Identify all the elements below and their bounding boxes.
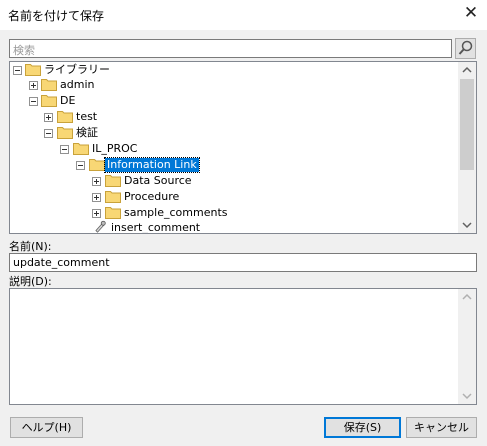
folder-icon — [105, 175, 121, 187]
folder-icon — [41, 79, 57, 91]
collapse-icon[interactable] — [60, 145, 69, 154]
tree-item-label: 検証 — [76, 126, 98, 139]
scroll-up-icon[interactable] — [458, 289, 476, 306]
folder-icon — [105, 191, 121, 203]
scroll-down-icon[interactable] — [458, 387, 476, 404]
expand-icon[interactable] — [92, 209, 101, 218]
tree-item-label: sample_comments — [124, 206, 228, 219]
tree-item-kensho[interactable]: 検証 — [10, 125, 450, 141]
tree-item-label: ライブラリー — [44, 63, 110, 76]
scrollbar-thumb[interactable] — [460, 79, 474, 170]
name-label: 名前(N): — [9, 240, 52, 253]
name-value: update_comment — [13, 256, 110, 269]
description-label: 説明(D): — [9, 275, 52, 288]
tree-item-label: DE — [60, 94, 76, 107]
tree-item-admin[interactable]: admin — [10, 77, 450, 93]
search-button[interactable] — [455, 38, 476, 59]
tree-item-insert-comment[interactable]: insert_comment — [10, 220, 450, 234]
save-button[interactable]: 保存(S) — [324, 417, 401, 438]
tree-item-label: IL_PROC — [92, 142, 138, 155]
search-icon — [458, 40, 473, 55]
tree-item-label: test — [76, 110, 98, 123]
folder-icon — [57, 127, 73, 139]
description-field[interactable] — [9, 288, 477, 405]
tree-item-test[interactable]: test — [10, 109, 450, 125]
collapse-icon[interactable] — [13, 66, 22, 75]
collapse-icon[interactable] — [76, 161, 85, 170]
tree-item-il-proc[interactable]: IL_PROC — [10, 141, 450, 157]
collapse-icon[interactable] — [44, 129, 53, 138]
scroll-up-icon[interactable] — [458, 62, 476, 79]
tree-item-label: insert_comment — [111, 221, 201, 234]
scroll-down-icon[interactable] — [458, 216, 476, 233]
tree-item-label: admin — [60, 78, 95, 91]
tree-item-label: Data Source — [124, 174, 192, 187]
tree-scrollbar[interactable] — [458, 62, 476, 233]
help-button[interactable]: ヘルプ(H) — [10, 417, 83, 438]
tree-item-label: Information Link — [104, 157, 200, 173]
procedure-icon — [95, 220, 106, 233]
folder-icon — [25, 64, 41, 76]
folder-icon — [105, 207, 121, 219]
tree-item-data-source[interactable]: Data Source — [10, 173, 450, 189]
search-input[interactable]: 検索 — [9, 39, 452, 58]
tree-item-de[interactable]: DE — [10, 93, 450, 109]
expand-icon[interactable] — [92, 193, 101, 202]
folder-open-icon — [89, 159, 105, 171]
tree-item-sample-comments[interactable]: sample_comments — [10, 205, 450, 221]
expand-icon[interactable] — [44, 113, 53, 122]
folder-icon — [41, 95, 57, 107]
window-title: 名前を付けて保存 — [8, 9, 105, 23]
tree-item-procedure[interactable]: Procedure — [10, 189, 450, 205]
description-scrollbar[interactable] — [458, 289, 476, 404]
tree-item-information-link[interactable]: Information Link — [10, 157, 450, 173]
search-placeholder: 検索 — [13, 44, 35, 57]
folder-icon — [73, 143, 89, 155]
cancel-button[interactable]: キャンセル — [406, 417, 477, 438]
tree-item-library[interactable]: ライブラリー — [10, 62, 450, 78]
collapse-icon[interactable] — [29, 97, 38, 106]
library-tree[interactable]: ライブラリー admin DE test 検証 IL_PROC Informat… — [9, 61, 477, 234]
folder-icon — [57, 111, 73, 123]
name-field[interactable]: update_comment — [9, 253, 477, 272]
tree-item-label: Procedure — [124, 190, 180, 203]
close-icon[interactable]: ✕ — [462, 4, 480, 22]
title-bar: 名前を付けて保存 ✕ — [0, 0, 487, 30]
expand-icon[interactable] — [29, 81, 38, 90]
expand-icon[interactable] — [92, 177, 101, 186]
